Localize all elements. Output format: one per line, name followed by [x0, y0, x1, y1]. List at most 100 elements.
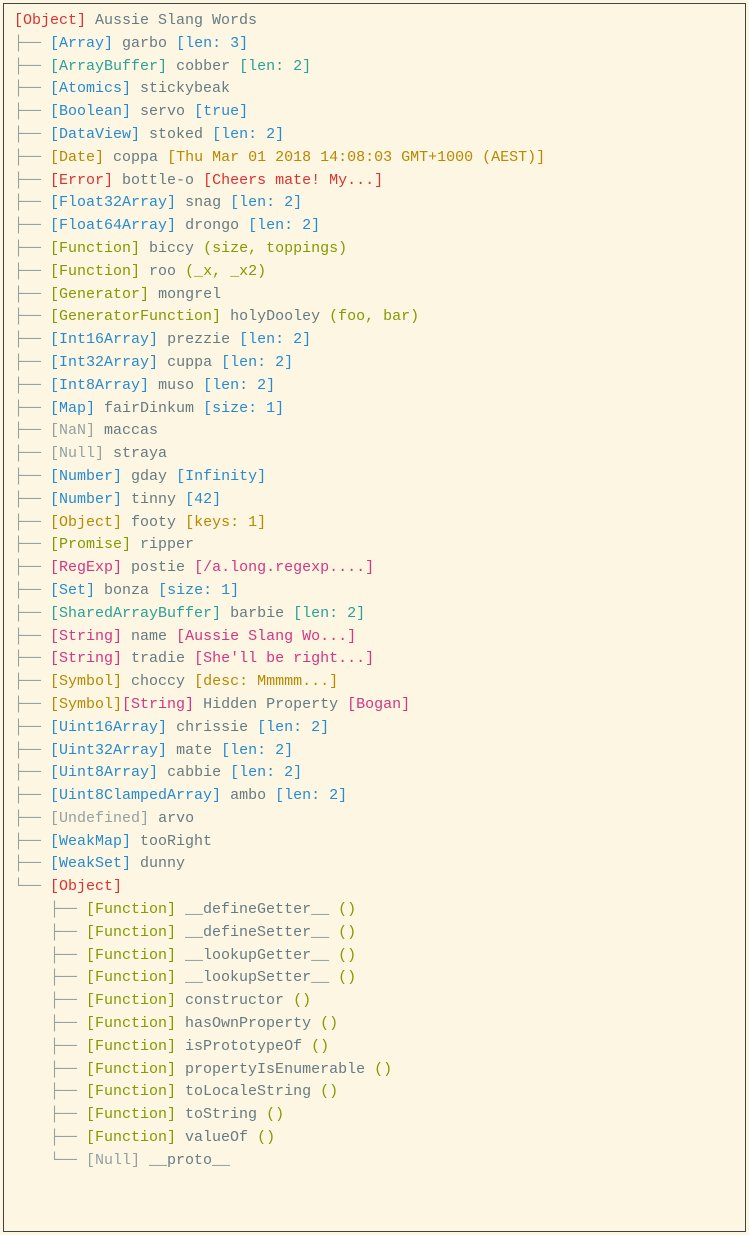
- tree-row[interactable]: ├── [Int16Array] prezzie [len: 2]: [14, 329, 735, 352]
- type-tag: [Undefined]: [50, 808, 149, 831]
- tree-branch-icon: ├──: [14, 671, 50, 694]
- tree-branch-icon: ├──: [14, 101, 50, 124]
- function-args: (foo, bar): [329, 306, 419, 329]
- property-key: servo: [140, 101, 185, 124]
- type-tag-secondary: [String]: [122, 694, 194, 717]
- tree-branch-icon: ├──: [14, 853, 50, 876]
- tree-row[interactable]: ├── [Error] bottle-o [Cheers mate! My...…: [14, 170, 735, 193]
- tree-row[interactable]: ├── [Function] __defineSetter__ (): [14, 922, 735, 945]
- tree-branch-icon: ├──: [14, 694, 50, 717]
- property-key: constructor: [185, 990, 284, 1013]
- property-key: prezzie: [167, 329, 230, 352]
- tree-row[interactable]: ├── [Uint8Array] cabbie [len: 2]: [14, 762, 735, 785]
- tree-root[interactable]: [Object] Aussie Slang Words: [14, 10, 735, 33]
- type-tag: [Uint32Array]: [50, 740, 167, 763]
- tree-branch-icon: ├──: [14, 147, 50, 170]
- tree-branch-icon: ├──: [14, 56, 50, 79]
- tree-row[interactable]: ├── [Function] constructor (): [14, 990, 735, 1013]
- tree-row[interactable]: ├── [Function] valueOf (): [14, 1127, 735, 1150]
- tree-row[interactable]: ├── [Uint8ClampedArray] ambo [len: 2]: [14, 785, 735, 808]
- tree-row[interactable]: ├── [Function] __lookupSetter__ (): [14, 967, 735, 990]
- property-value: [len: 3]: [176, 33, 248, 56]
- tree-row[interactable]: ├── [Function] __defineGetter__ (): [14, 899, 735, 922]
- tree-row[interactable]: ├── [Symbol][String] Hidden Property [Bo…: [14, 694, 735, 717]
- tree-row[interactable]: ├── [Int32Array] cuppa [len: 2]: [14, 352, 735, 375]
- tree-row[interactable]: ├── [Float64Array] drongo [len: 2]: [14, 215, 735, 238]
- tree-row[interactable]: ├── [SharedArrayBuffer] barbie [len: 2]: [14, 603, 735, 626]
- type-tag: [Generator]: [50, 284, 149, 307]
- tree-row[interactable]: ├── [Generator] mongrel: [14, 284, 735, 307]
- type-tag: [Error]: [50, 170, 113, 193]
- type-tag: [Object]: [50, 512, 122, 535]
- property-value: [len: 2]: [248, 215, 320, 238]
- tree-row[interactable]: ├── [Atomics] stickybeak: [14, 78, 735, 101]
- type-tag: [Function]: [86, 945, 176, 968]
- tree-row[interactable]: ├── [Null] straya: [14, 443, 735, 466]
- tree-row[interactable]: ├── [Function] roo (_x, _x2): [14, 261, 735, 284]
- type-tag: [Function]: [50, 261, 140, 284]
- tree-row[interactable]: ├── [Function] propertyIsEnumerable (): [14, 1059, 735, 1082]
- tree-row[interactable]: ├── [Int8Array] muso [len: 2]: [14, 375, 735, 398]
- property-value: [true]: [194, 101, 248, 124]
- tree-row[interactable]: ├── [Function] isPrototypeOf (): [14, 1036, 735, 1059]
- property-key: chrissie: [176, 717, 248, 740]
- tree-row[interactable]: ├── [Function] hasOwnProperty (): [14, 1013, 735, 1036]
- tree-row[interactable]: ├── [Float32Array] snag [len: 2]: [14, 192, 735, 215]
- tree-row[interactable]: ├── [NaN] maccas: [14, 420, 735, 443]
- property-key: toString: [185, 1104, 257, 1127]
- tree-row[interactable]: ├── [GeneratorFunction] holyDooley (foo,…: [14, 306, 735, 329]
- property-value: [Thu Mar 01 2018 14:08:03 GMT+1000 (AEST…: [167, 147, 545, 170]
- tree-branch-icon: ├──: [14, 785, 50, 808]
- type-tag: [Atomics]: [50, 78, 131, 101]
- tree-row[interactable]: ├── [Undefined] arvo: [14, 808, 735, 831]
- property-value: [len: 2]: [257, 717, 329, 740]
- property-key: cabbie: [167, 762, 221, 785]
- tree-row[interactable]: ├── [Function] toString (): [14, 1104, 735, 1127]
- tree-row[interactable]: ├── [Number] gday [Infinity]: [14, 466, 735, 489]
- tree-row[interactable]: └── [Null] __proto__: [14, 1150, 735, 1173]
- property-key: drongo: [185, 215, 239, 238]
- tree-branch-icon: ├──: [14, 170, 50, 193]
- function-args: (): [293, 990, 311, 1013]
- tree-branch-icon: ├──: [14, 215, 50, 238]
- tree-row[interactable]: ├── [Function] __lookupGetter__ (): [14, 945, 735, 968]
- tree-row[interactable]: ├── [Set] bonza [size: 1]: [14, 580, 735, 603]
- tree-row[interactable]: └── [Object]: [14, 876, 735, 899]
- property-value: [len: 2]: [212, 124, 284, 147]
- tree-row[interactable]: ├── [String] name [Aussie Slang Wo...]: [14, 626, 735, 649]
- tree-row[interactable]: ├── [Object] footy [keys: 1]: [14, 512, 735, 535]
- tree-row[interactable]: ├── [Boolean] servo [true]: [14, 101, 735, 124]
- property-value: [size: 1]: [203, 398, 284, 421]
- tree-row[interactable]: ├── [Function] biccy (size, toppings): [14, 238, 735, 261]
- tree-row[interactable]: ├── [String] tradie [She'll be right...]: [14, 648, 735, 671]
- property-value: [desc: Mmmmm...]: [194, 671, 338, 694]
- property-key: cuppa: [167, 352, 212, 375]
- tree-row[interactable]: ├── [RegExp] postie [/a.long.regexp....]: [14, 557, 735, 580]
- tree-row[interactable]: ├── [Array] garbo [len: 3]: [14, 33, 735, 56]
- tree-row[interactable]: ├── [Date] coppa [Thu Mar 01 2018 14:08:…: [14, 147, 735, 170]
- tree-row[interactable]: ├── [Uint32Array] mate [len: 2]: [14, 740, 735, 763]
- tree-row[interactable]: ├── [WeakMap] tooRight: [14, 831, 735, 854]
- tree-row[interactable]: ├── [ArrayBuffer] cobber [len: 2]: [14, 56, 735, 79]
- tree-branch-icon: ├──: [14, 352, 50, 375]
- type-tag: [WeakSet]: [50, 853, 131, 876]
- property-key: propertyIsEnumerable: [185, 1059, 365, 1082]
- type-tag: [Date]: [50, 147, 104, 170]
- tree-row[interactable]: ├── [Uint16Array] chrissie [len: 2]: [14, 717, 735, 740]
- tree-branch-icon: ├──: [14, 808, 50, 831]
- tree-row[interactable]: ├── [Map] fairDinkum [size: 1]: [14, 398, 735, 421]
- tree-row[interactable]: ├── [DataView] stoked [len: 2]: [14, 124, 735, 147]
- property-key: choccy: [131, 671, 185, 694]
- property-key: garbo: [122, 33, 167, 56]
- tree-row[interactable]: ├── [Number] tinny [42]: [14, 489, 735, 512]
- tree-row[interactable]: ├── [Function] toLocaleString (): [14, 1081, 735, 1104]
- tree-row[interactable]: ├── [Symbol] choccy [desc: Mmmmm...]: [14, 671, 735, 694]
- property-value: [len: 2]: [239, 329, 311, 352]
- tree-row[interactable]: ├── [Promise] ripper: [14, 534, 735, 557]
- tree-branch-icon: ├──: [14, 466, 50, 489]
- type-tag: [Function]: [86, 922, 176, 945]
- type-tag: [NaN]: [50, 420, 95, 443]
- tree-branch-icon: ├──: [14, 192, 50, 215]
- tree-row[interactable]: ├── [WeakSet] dunny: [14, 853, 735, 876]
- type-tag: [Symbol]: [50, 694, 122, 717]
